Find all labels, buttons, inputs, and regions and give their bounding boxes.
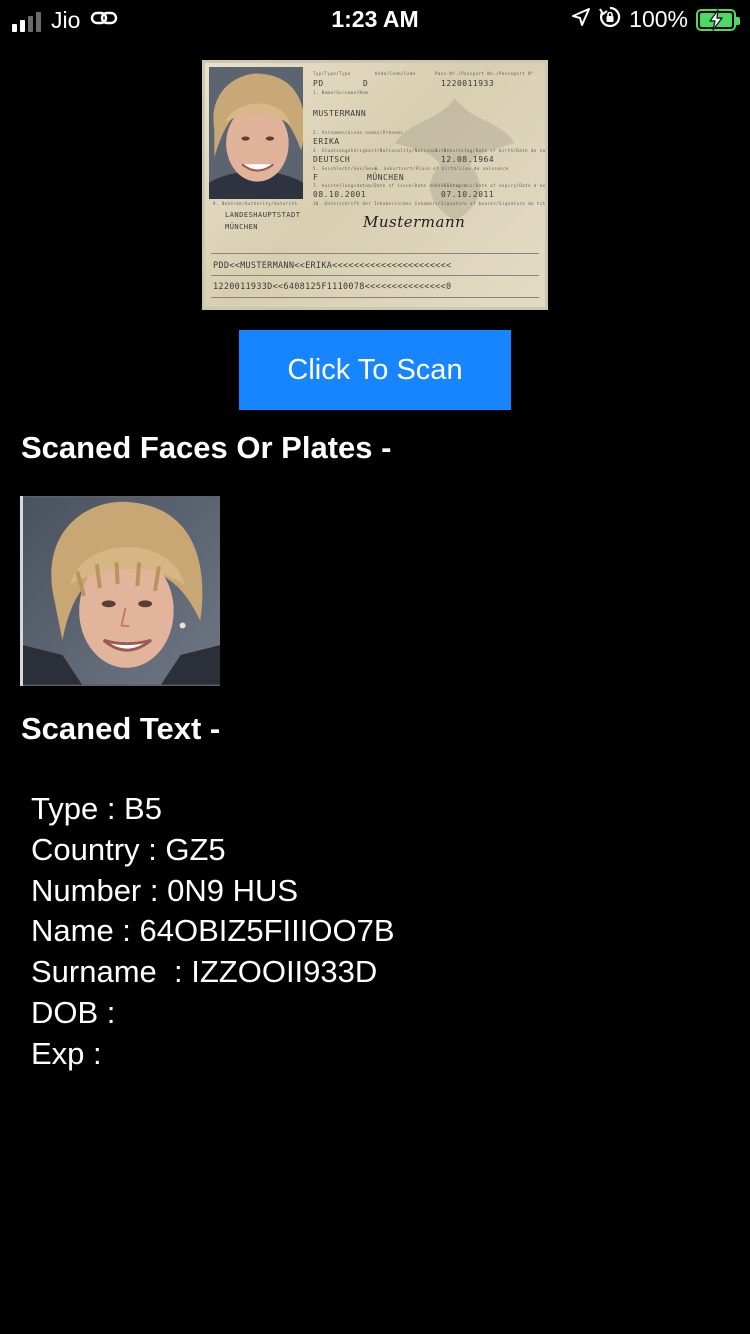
id-passport-number: 1220011933 <box>441 79 495 88</box>
id-authority-line1: LANDESHAUPTSTADT <box>225 211 301 219</box>
scanned-country-row: Country : GZ5 <box>31 831 226 867</box>
id-authority-line2: MÜNCHEN <box>225 223 259 231</box>
faces-section-title: Scaned Faces Or Plates - <box>21 430 392 465</box>
rotation-lock-icon <box>599 6 621 33</box>
status-bar: Jio 1:23 AM 100% <box>0 0 750 40</box>
scanned-dob-row: DOB : <box>31 994 116 1030</box>
scanned-exp-row: Exp : <box>31 1035 102 1071</box>
id-type-code: PD <box>313 79 324 88</box>
text-section-title: Scaned Text - <box>21 711 221 746</box>
battery-percent: 100% <box>629 6 688 32</box>
id-code: D <box>363 79 369 88</box>
id-dob: 12.08.1964 <box>441 155 495 164</box>
id-nationality: DEUTSCH <box>313 155 351 164</box>
id-card-photo <box>209 67 303 199</box>
id-card-image: Typ/Type/Type Kode/Code/Code Pass-Nr./Pa… <box>202 60 548 310</box>
scanned-type-row: Type : B5 <box>31 791 162 826</box>
id-mrz-line2: 1220011933D<<6408125F1110078<<<<<<<<<<<<… <box>213 282 452 292</box>
id-issue-date: 08.10.2001 <box>313 190 367 199</box>
scan-button[interactable]: Click To Scan <box>239 330 511 410</box>
id-place-of-birth: MÜNCHEN <box>367 173 405 182</box>
scanned-text-list: Type : B5 Country : GZ5 Number : 0N9 HUS… <box>31 789 395 1075</box>
id-surname: MUSTERMANN <box>313 109 367 118</box>
battery-charging-icon <box>696 8 740 31</box>
scanned-face-image <box>20 496 220 686</box>
id-expiry-date: 07.10.2011 <box>441 190 495 199</box>
id-sex: F <box>313 173 319 182</box>
scanned-number-row: Number : 0N9 HUS <box>31 872 299 908</box>
location-arrow-icon <box>571 7 591 32</box>
id-mrz-line1: PDD<<MUSTERMANN<<ERIKA<<<<<<<<<<<<<<<<<<… <box>213 261 452 271</box>
scanned-name-row: Name : 64OBIZ5FIIIOO7B <box>31 913 395 949</box>
id-signature: Mustermann <box>363 213 466 231</box>
status-right: 100% <box>571 6 740 33</box>
scanned-surname-row: Surname : IZZOOII933D <box>31 954 378 990</box>
id-given-name: ERIKA <box>313 137 340 146</box>
